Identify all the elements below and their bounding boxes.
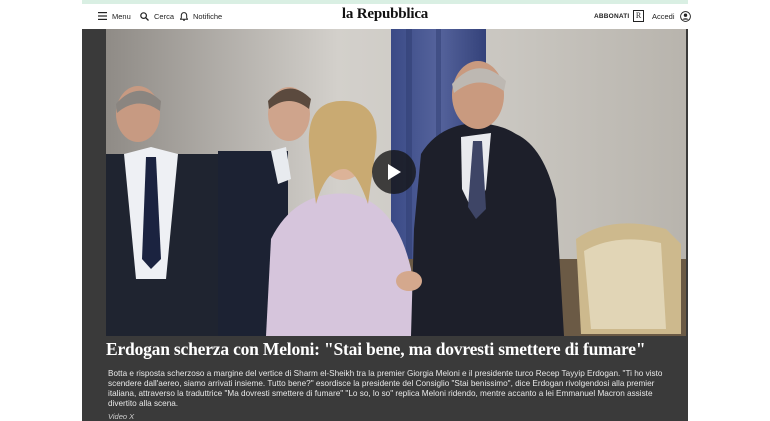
- play-icon: [388, 164, 401, 180]
- video-title: Erdogan scherza con Meloni: "Stai bene, …: [106, 339, 646, 359]
- play-button[interactable]: [372, 150, 416, 194]
- video-description: Botta e risposta scherzoso a margine del…: [108, 369, 663, 408]
- repubblica-r-badge[interactable]: R: [633, 4, 644, 28]
- user-icon: [679, 10, 691, 22]
- r-logo-icon: R: [633, 10, 644, 22]
- login-button[interactable]: Accedi: [652, 4, 691, 28]
- subscribe-link[interactable]: ABBONATI: [594, 4, 629, 28]
- site-logo[interactable]: la Repubblica: [342, 6, 428, 22]
- subscribe-label: ABBONATI: [594, 12, 630, 20]
- login-label: Accedi: [652, 11, 675, 21]
- video-credit: Video X: [108, 412, 135, 421]
- video-player[interactable]: Erdogan scherza con Meloni: "Stai bene, …: [82, 29, 688, 421]
- site-header: Menu Cerca Notifiche la Repubblica ABBON…: [82, 4, 691, 28]
